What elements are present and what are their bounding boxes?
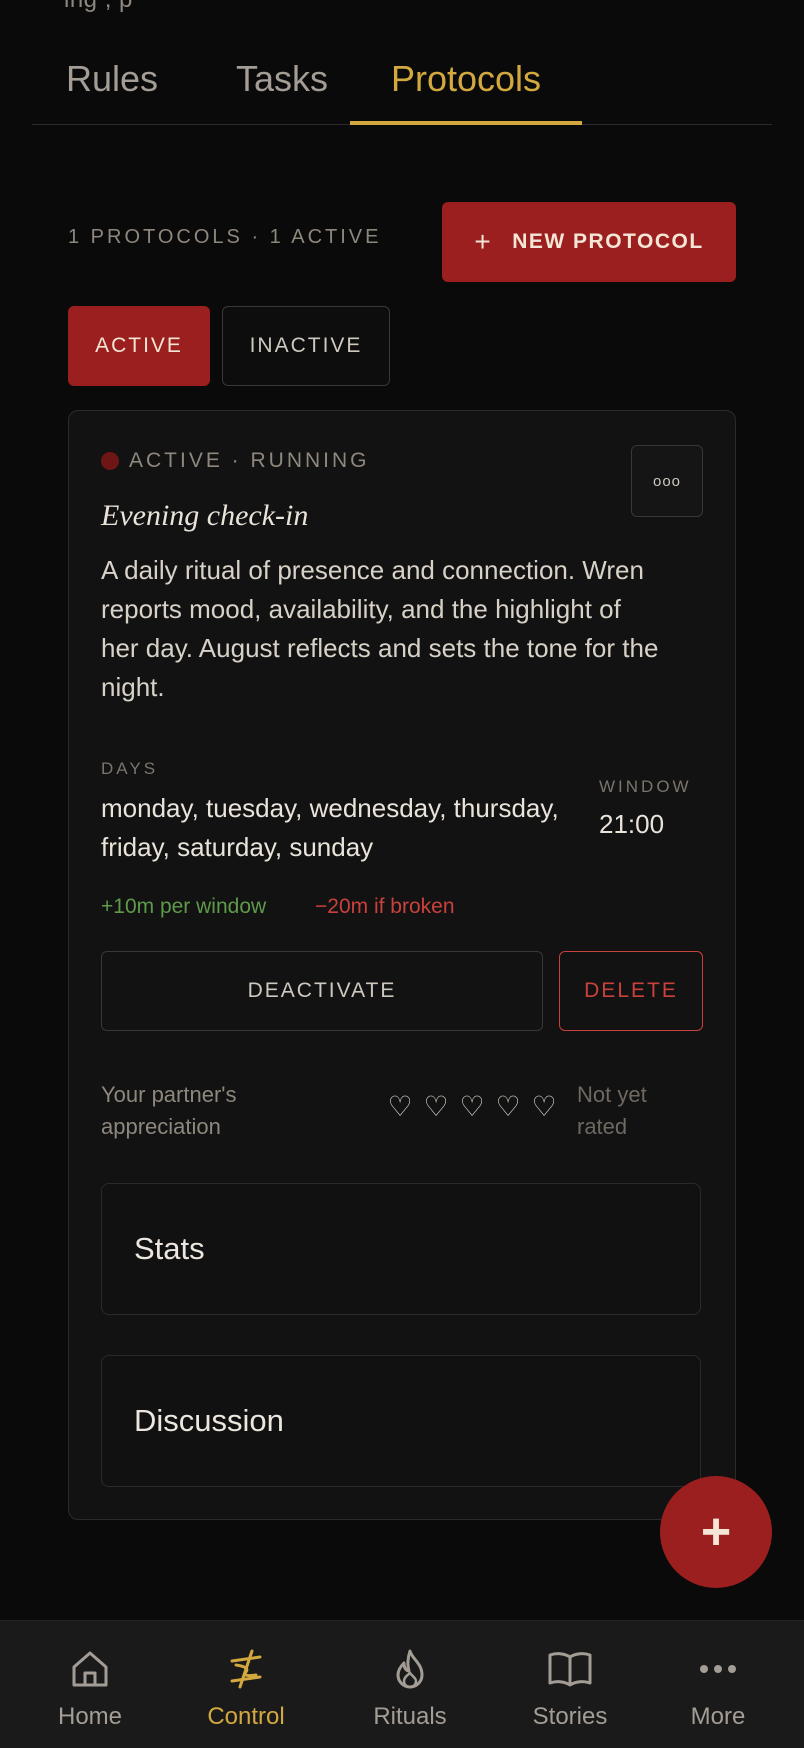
reward-text: +10m per window bbox=[101, 895, 267, 918]
delete-button[interactable]: DELETE bbox=[559, 951, 703, 1031]
tab-protocols[interactable]: Protocols bbox=[350, 40, 582, 125]
active-tab-indicator bbox=[350, 121, 582, 125]
cut-off-header-text: ing , p bbox=[64, 0, 133, 14]
nav-home-label: Home bbox=[57, 1703, 123, 1730]
bottom-nav: Home Control Rituals Stories More bbox=[0, 1620, 804, 1748]
heart-icon[interactable]: ♡ bbox=[423, 1093, 449, 1121]
protocol-card: ACTIVE · RUNNING ooo Evening check-in A … bbox=[68, 410, 736, 1520]
nav-stories[interactable]: Stories bbox=[500, 1621, 640, 1748]
filter-active[interactable]: ACTIVE bbox=[68, 306, 210, 386]
filter-inactive[interactable]: INACTIVE bbox=[222, 306, 390, 386]
discussion-section[interactable]: Discussion bbox=[101, 1355, 701, 1487]
nav-more[interactable]: More bbox=[648, 1621, 788, 1748]
protocols-summary: 1 PROTOCOLS · 1 ACTIVE bbox=[68, 226, 382, 248]
nav-control-label: Control bbox=[207, 1703, 285, 1730]
protocol-description: A daily ritual of presence and connectio… bbox=[101, 555, 659, 702]
nav-stories-label: Stories bbox=[532, 1703, 608, 1730]
appreciation-label: Your partner's appreciation bbox=[101, 1082, 237, 1139]
heart-icon[interactable]: ♡ bbox=[495, 1093, 521, 1121]
days-label: DAYS bbox=[101, 759, 159, 778]
heart-icon[interactable]: ♡ bbox=[459, 1093, 485, 1121]
appreciation-rating: ♡ ♡ ♡ ♡ ♡ bbox=[387, 1093, 557, 1121]
tab-tasks[interactable]: Tasks bbox=[202, 40, 362, 125]
new-protocol-button[interactable]: + NEW PROTOCOL bbox=[442, 202, 736, 282]
new-protocol-label: NEW PROTOCOL bbox=[512, 230, 704, 253]
protocol-title: Evening check-in bbox=[101, 499, 309, 532]
tab-rules[interactable]: Rules bbox=[32, 40, 192, 125]
book-icon bbox=[548, 1652, 592, 1687]
nav-rituals-label: Rituals bbox=[373, 1703, 447, 1730]
add-fab-button[interactable]: + bbox=[660, 1476, 772, 1588]
status-dot-icon bbox=[101, 452, 119, 470]
status-label: ACTIVE · RUNNING bbox=[129, 449, 370, 472]
window-label: WINDOW bbox=[599, 777, 692, 796]
window-value: 21:00 bbox=[599, 809, 665, 839]
deactivate-button[interactable]: DEACTIVATE bbox=[101, 951, 543, 1031]
appreciation-status: Not yet rated bbox=[577, 1082, 647, 1139]
nav-more-label: More bbox=[690, 1703, 746, 1730]
heart-icon[interactable]: ♡ bbox=[531, 1093, 557, 1121]
plus-icon: + bbox=[474, 226, 493, 257]
nav-rituals[interactable]: Rituals bbox=[340, 1621, 480, 1748]
more-options-button[interactable]: ooo bbox=[631, 445, 703, 517]
tab-bar: Rules Tasks Protocols bbox=[32, 40, 772, 125]
days-value: monday, tuesday, wednesday, thursday, fr… bbox=[101, 793, 559, 862]
protocols-screen: ing , p Rules Tasks Protocols 1 PROTOCOL… bbox=[0, 0, 804, 1748]
more-icon bbox=[700, 1665, 736, 1673]
heart-icon[interactable]: ♡ bbox=[387, 1093, 413, 1121]
stats-section[interactable]: Stats bbox=[101, 1183, 701, 1315]
nav-home[interactable]: Home bbox=[20, 1621, 160, 1748]
status-badge: ACTIVE · RUNNING bbox=[101, 449, 370, 473]
ellipsis-icon: ooo bbox=[652, 472, 682, 490]
penalty-text: −20m if broken bbox=[315, 895, 455, 918]
nav-control[interactable]: Control bbox=[176, 1621, 316, 1748]
home-icon bbox=[72, 1651, 108, 1687]
flame-icon bbox=[396, 1649, 424, 1689]
control-icon bbox=[230, 1649, 262, 1689]
